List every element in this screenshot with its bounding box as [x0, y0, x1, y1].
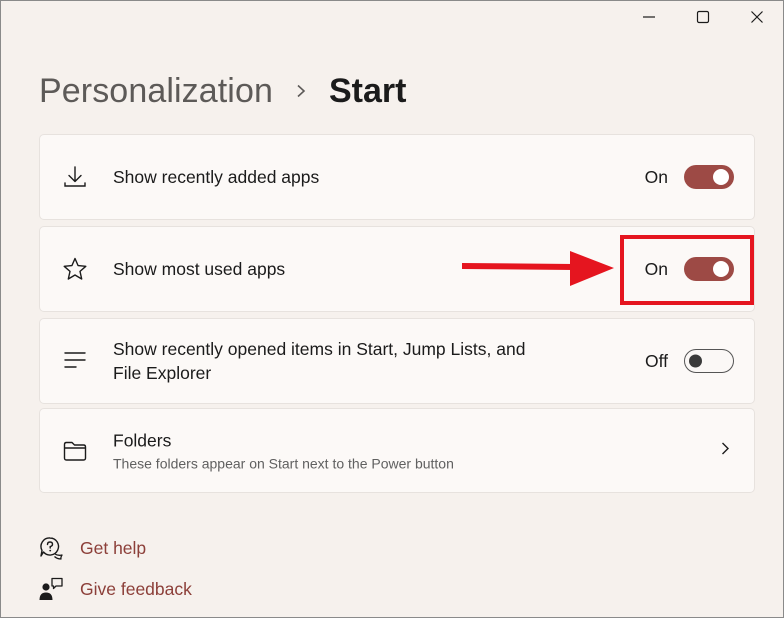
- download-icon: [62, 164, 88, 190]
- recently-opened-items-toggle[interactable]: [684, 349, 734, 373]
- setting-label: Show recently added apps: [113, 167, 320, 187]
- close-button[interactable]: [730, 0, 784, 34]
- recently-added-apps-toggle[interactable]: [684, 165, 734, 189]
- close-icon: [751, 11, 763, 23]
- chevron-right-icon: [720, 441, 730, 460]
- toggle-state-label: Off: [644, 350, 668, 371]
- setting-folders[interactable]: Folders These folders appear on Start ne…: [39, 408, 755, 493]
- folder-icon: [62, 438, 88, 464]
- setting-recently-added-apps: Show recently added apps On: [39, 134, 755, 220]
- setting-label: Folders: [113, 430, 172, 450]
- annotation-arrow: [462, 251, 614, 286]
- breadcrumb: Personalization Start: [39, 66, 406, 116]
- get-help-link[interactable]: Get help: [38, 535, 146, 561]
- breadcrumb-parent[interactable]: Personalization: [39, 72, 273, 111]
- get-help-label: Get help: [80, 537, 147, 558]
- setting-recently-opened-items: Show recently opened items in Start, Jum…: [39, 318, 755, 404]
- give-feedback-label: Give feedback: [80, 578, 192, 599]
- toggle-knob: [713, 169, 729, 185]
- maximize-button[interactable]: [676, 0, 730, 34]
- page-title: Start: [328, 71, 407, 110]
- window-controls: [622, 0, 784, 34]
- give-feedback-link[interactable]: Give feedback: [38, 576, 192, 602]
- help-chat-icon: [38, 535, 64, 561]
- feedback-icon: [38, 576, 64, 602]
- list-icon: [62, 348, 88, 374]
- toggle-knob: [689, 354, 702, 368]
- toggle-state-label: On: [644, 166, 668, 187]
- setting-label: Show recently opened items in Start, Jum…: [113, 339, 526, 359]
- setting-label-line2: File Explorer: [113, 363, 212, 383]
- minimize-button[interactable]: [622, 0, 676, 34]
- maximize-icon: [696, 10, 710, 24]
- chevron-right-icon: [295, 84, 307, 98]
- annotation-highlight-box: [620, 235, 754, 305]
- star-icon: [62, 256, 88, 282]
- minimize-icon: [643, 16, 655, 18]
- setting-description: These folders appear on Start next to th…: [113, 455, 454, 471]
